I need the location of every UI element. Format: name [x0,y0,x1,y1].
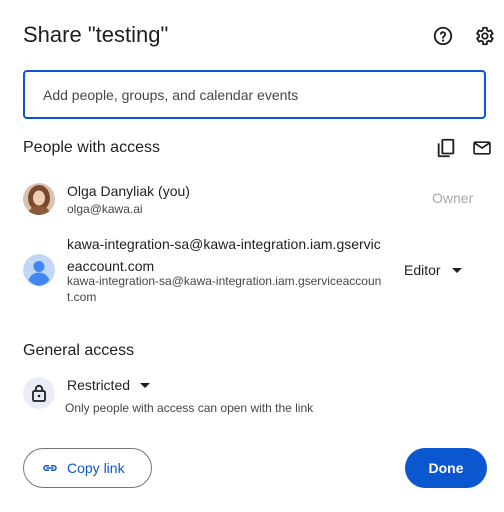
person-email: kawa-integration-sa@kawa-integration.iam… [67,274,382,304]
role-label: Editor [404,262,441,278]
done-button[interactable]: Done [405,448,487,488]
avatar [23,183,55,215]
copy-icon[interactable] [434,136,458,160]
access-level-label: Restricted [67,377,131,393]
people-with-access-heading: People with access [23,139,160,156]
mail-icon[interactable] [470,136,494,160]
link-icon [43,465,57,471]
owner-role-label: Owner [432,190,474,206]
role-dropdown[interactable]: Editor [404,259,462,281]
person-name: Olga Danyliak (you) [67,183,190,199]
person-email: olga@kawa.ai [67,202,143,216]
share-dialog: Share "testing" People with access [0,0,504,512]
default-person-icon [23,254,55,286]
copy-link-button[interactable]: Copy link [23,448,152,488]
dialog-title: Share "testing" [23,22,169,47]
access-description: Only people with access can open with th… [65,401,314,415]
help-icon[interactable] [431,24,455,48]
person-name: kawa-integration-sa@kawa-integration.iam… [67,236,381,274]
add-people-input[interactable] [23,70,486,119]
general-access-heading: General access [23,342,135,359]
gear-icon[interactable] [472,24,496,48]
copy-link-label: Copy link [67,460,125,476]
general-access-dropdown[interactable]: Restricted [67,375,151,395]
caret-down-icon [451,267,462,273]
lock-icon [23,377,55,409]
caret-down-icon [140,382,151,388]
